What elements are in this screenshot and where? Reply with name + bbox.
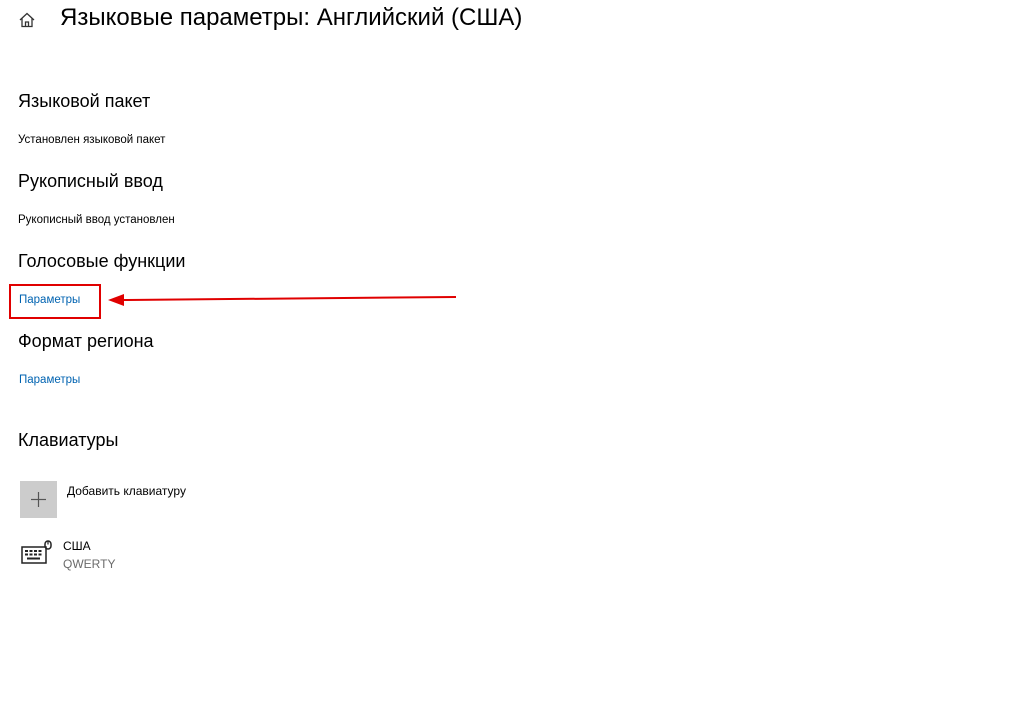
add-keyboard-button[interactable] — [20, 481, 57, 518]
annotation-arrow-icon — [108, 294, 457, 306]
keyboards-heading: Клавиатуры — [18, 430, 119, 450]
region-format-heading: Формат региона — [18, 331, 154, 351]
speech-heading: Голосовые функции — [18, 251, 186, 271]
language-pack-heading: Языковой пакет — [18, 91, 151, 111]
keyboard-name[interactable]: США — [63, 539, 91, 553]
region-format-options-link[interactable]: Параметры — [19, 374, 80, 386]
plus-icon — [31, 492, 46, 507]
language-pack-status: Установлен языковой пакет — [18, 134, 166, 146]
home-icon[interactable] — [18, 11, 36, 29]
page-title: Языковые параметры: Английский (США) — [60, 4, 523, 31]
handwriting-heading: Рукописный ввод — [18, 171, 163, 191]
keyboard-layout: QWERTY — [63, 557, 116, 571]
handwriting-status: Рукописный ввод установлен — [18, 214, 175, 226]
add-keyboard-label[interactable]: Добавить клавиатуру — [67, 484, 186, 498]
keyboard-icon[interactable] — [21, 540, 53, 566]
annotation-highlight-box — [9, 284, 101, 319]
